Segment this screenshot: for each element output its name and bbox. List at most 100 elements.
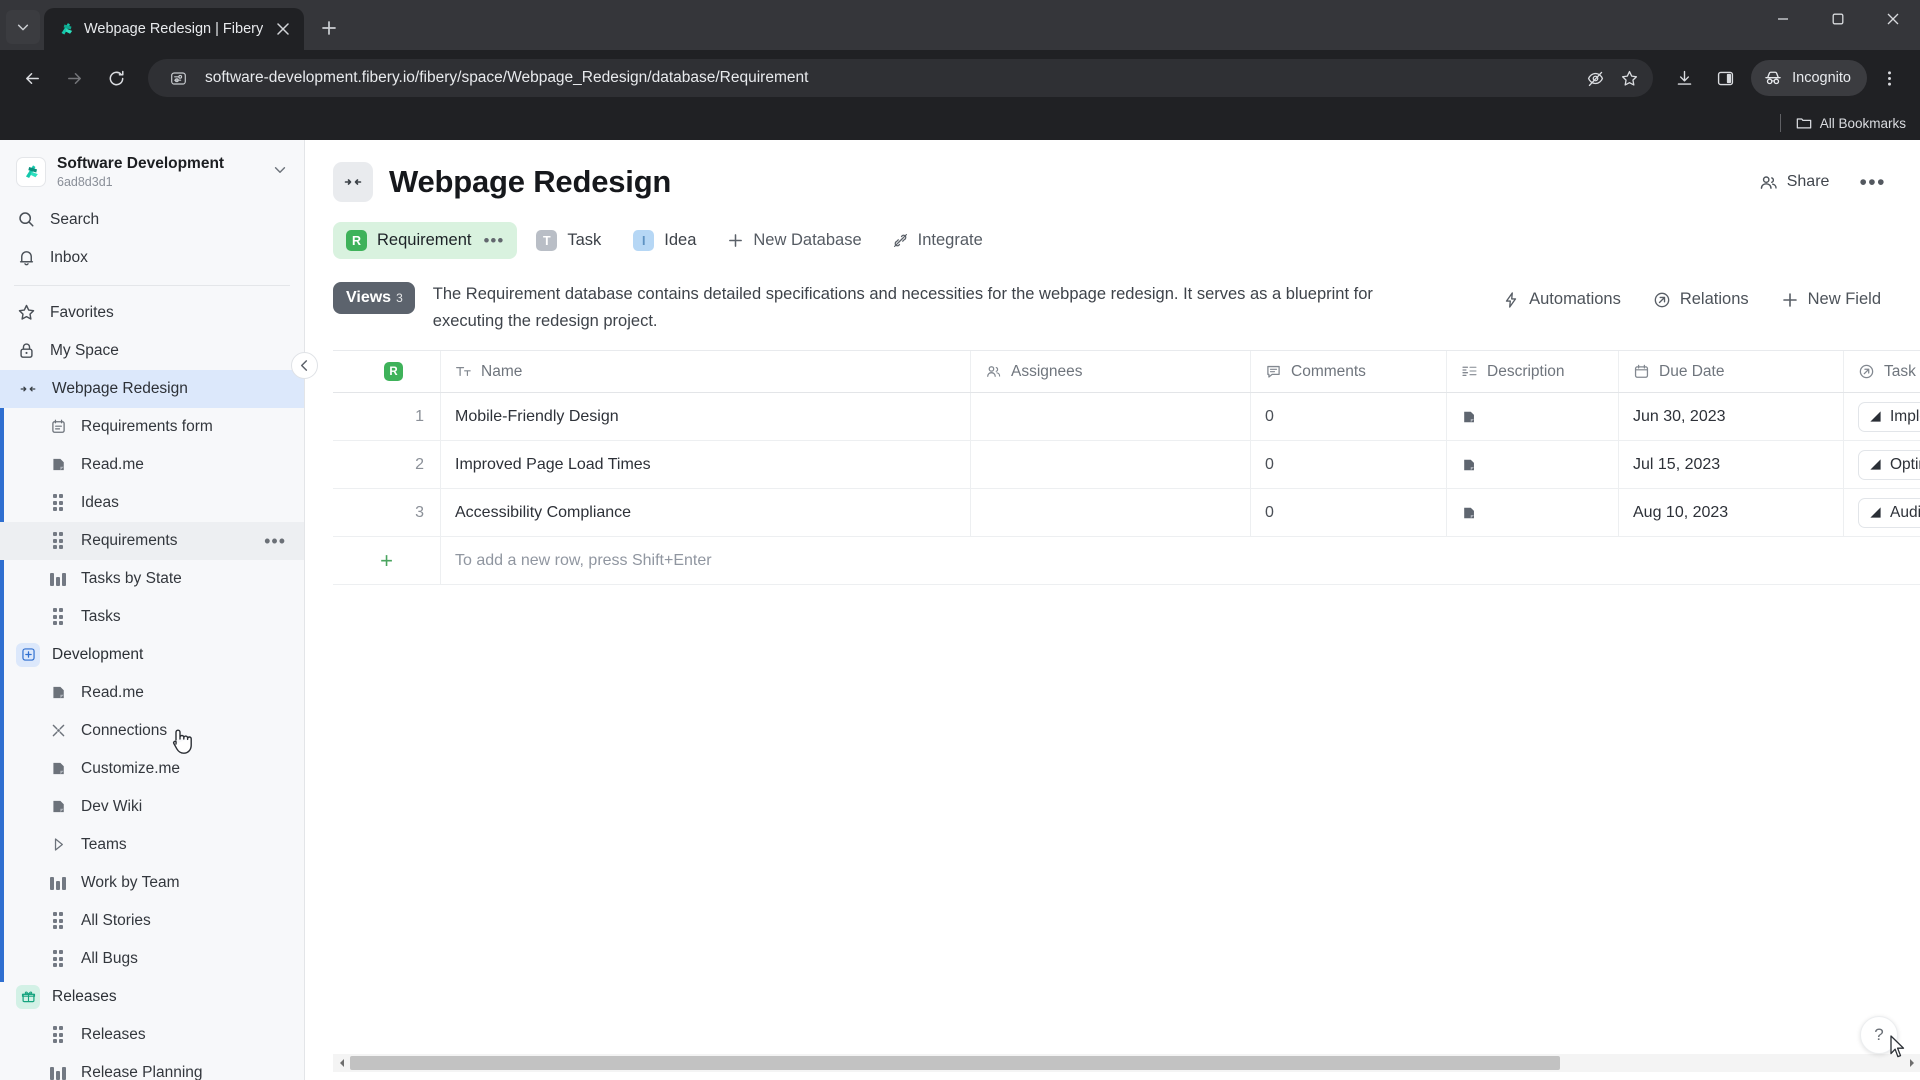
sidebar-item-requirements[interactable]: Requirements ••• [0,521,304,560]
collapse-arrows-icon [16,377,40,401]
sidebar-item-tasks-by-state[interactable]: Tasks by State [0,560,304,598]
star-icon[interactable] [1613,62,1645,94]
main-content: Webpage Redesign Share ••• R Requirement… [305,140,1920,1080]
scrollbar-track[interactable] [350,1054,1903,1072]
cell-name[interactable]: Improved Page Load Times [441,441,971,489]
chevron-down-icon[interactable] [272,162,292,183]
cell-comments[interactable]: 0 [1251,393,1447,441]
browser-tab[interactable]: Webpage Redesign | Fibery [44,8,305,50]
incognito-profile-button[interactable]: Incognito [1751,60,1867,96]
integrate-button[interactable]: Integrate [880,223,995,258]
sidebar-item-read-me[interactable]: Read.me [0,446,304,484]
cell-task[interactable]: Imple [1844,393,1920,440]
column-header-name[interactable]: Name [441,351,971,393]
share-button[interactable]: Share [1753,167,1836,198]
cell-due-date[interactable]: Aug 10, 2023 [1619,489,1844,537]
workspace-switcher[interactable]: Software Development 6ad8d3d1 [0,140,304,201]
scroll-left-icon[interactable] [333,1054,350,1072]
sidebar-item-releases[interactable]: Releases [0,1016,304,1054]
kebab-menu-icon[interactable] [1870,59,1908,97]
cell-assignees[interactable] [971,393,1251,441]
sidebar-item-favorites[interactable]: Favorites [0,294,304,332]
minimize-icon[interactable] [1755,0,1810,38]
sidebar-item-ideas[interactable]: Ideas [0,484,304,522]
sidebar-item-all-bugs[interactable]: All Bugs [0,940,304,978]
tab-more-icon[interactable]: ••• [483,232,504,249]
automations-button[interactable]: Automations [1491,283,1632,316]
address-bar[interactable]: software-development.fibery.io/fibery/sp… [148,59,1654,97]
side-panel-icon[interactable] [1706,59,1744,97]
sidebar-item-tasks[interactable]: Tasks [0,598,304,636]
sidebar-item-dev-wiki[interactable]: Dev Wiki [0,788,304,826]
tab-idea[interactable]: I Idea [620,222,709,259]
cell-assignees[interactable] [971,441,1251,489]
cell-description[interactable] [1447,393,1619,441]
plus-icon[interactable]: + [333,537,441,585]
download-icon[interactable] [1665,59,1703,97]
sidebar-space-webpage-redesign[interactable]: Webpage Redesign [0,369,304,408]
table-row[interactable]: 3 Accessibility Compliance 0 Aug 10, 202… [333,489,1920,538]
forward-arrow-icon[interactable] [54,58,94,98]
sidebar-item-release-planning[interactable]: Release Planning [0,1054,304,1080]
close-icon[interactable] [1865,0,1920,38]
cell-due-date[interactable]: Jul 15, 2023 [1619,441,1844,489]
new-database-button[interactable]: New Database [715,223,873,258]
column-header-description[interactable]: Description [1447,351,1619,393]
scroll-right-icon[interactable] [1903,1054,1920,1072]
tab-close-icon[interactable] [272,18,294,40]
cell-name[interactable]: Accessibility Compliance [441,489,971,537]
help-button[interactable]: ? [1860,1016,1898,1054]
column-header-task[interactable]: Task [1844,351,1920,392]
cell-comments[interactable]: 0 [1251,441,1447,489]
sidebar-item-connections[interactable]: Connections [0,712,304,750]
cell-due-date[interactable]: Jun 30, 2023 [1619,393,1844,441]
task-tag[interactable]: Optim [1858,449,1920,480]
page-more-icon[interactable]: ••• [1853,168,1892,197]
tracking-protection-icon[interactable] [1579,62,1611,94]
new-tab-icon[interactable] [312,11,346,45]
sidebar-space-releases[interactable]: Releases [0,978,304,1016]
sidebar-item-my-space[interactable]: My Space [0,332,304,370]
add-row[interactable]: + To add a new row, press Shift+Enter [333,537,1920,586]
cell-name[interactable]: Mobile-Friendly Design [441,393,971,441]
sidebar-collapse-button[interactable] [291,352,318,379]
gift-icon [16,984,40,1009]
views-button[interactable]: Views 3 [333,282,415,314]
sidebar-item-requirements-form[interactable]: Requirements form [0,408,304,446]
back-arrow-icon[interactable] [12,58,52,98]
sidebar-item-search[interactable]: Search [0,201,304,239]
column-header-assignees[interactable]: Assignees [971,351,1251,393]
tab-task[interactable]: T Task [523,222,614,259]
column-header-comments[interactable]: Comments [1251,351,1447,393]
reload-icon[interactable] [96,58,136,98]
relations-button[interactable]: Relations [1642,283,1760,316]
horizontal-scrollbar[interactable] [333,1054,1920,1072]
sidebar-space-development[interactable]: Development [0,636,304,674]
scrollbar-thumb[interactable] [350,1056,1560,1070]
cell-task[interactable]: Audit [1844,489,1920,536]
task-tag[interactable]: Audit [1858,497,1920,528]
cell-description[interactable] [1447,441,1619,489]
table-row[interactable]: 2 Improved Page Load Times 0 Jul 15, 202… [333,441,1920,490]
sidebar-item-inbox[interactable]: Inbox [0,239,304,277]
sidebar-item-dev-read-me[interactable]: Read.me [0,674,304,712]
maximize-icon[interactable] [1810,0,1865,38]
sidebar-item-all-stories[interactable]: All Stories [0,902,304,940]
cell-description[interactable] [1447,489,1619,537]
task-tag[interactable]: Imple [1858,401,1920,432]
document-icon [1464,507,1474,519]
cell-comments[interactable]: 0 [1251,489,1447,537]
cell-assignees[interactable] [971,489,1251,537]
sidebar-item-work-by-team[interactable]: Work by Team [0,864,304,902]
tab-search-icon[interactable] [6,10,40,44]
site-settings-icon[interactable] [162,62,194,94]
new-field-button[interactable]: New Field [1770,283,1892,316]
sidebar-item-teams[interactable]: Teams [0,826,304,864]
sidebar-item-customize-me[interactable]: Customize.me [0,750,304,788]
table-row[interactable]: 1 Mobile-Friendly Design 0 Jun 30, 2023 … [333,393,1920,442]
cell-task[interactable]: Optim [1844,441,1920,488]
sidebar-item-more-icon[interactable]: ••• [264,532,290,550]
column-header-due-date[interactable]: Due Date [1619,351,1844,393]
tab-requirement[interactable]: R Requirement ••• [333,222,518,259]
all-bookmarks-button[interactable]: All Bookmarks [1796,115,1906,131]
